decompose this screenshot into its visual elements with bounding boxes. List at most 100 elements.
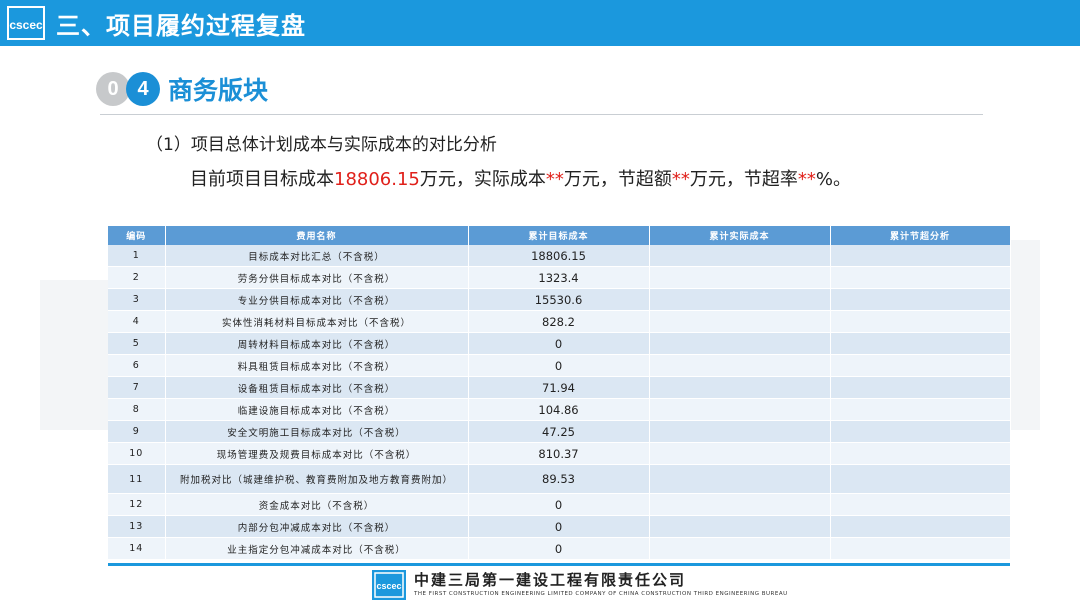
actual-cell bbox=[649, 398, 831, 421]
subtitle: （1）项目总体计划成本与实际成本的对比分析 bbox=[146, 135, 497, 155]
summary-line: 目前项目目标成本18806.15万元，实际成本**万元，节超额**万元，节超率*… bbox=[190, 165, 851, 191]
actual-cell bbox=[649, 310, 831, 333]
summary-text: 目前项目目标成本 bbox=[190, 169, 334, 190]
actual-cell bbox=[649, 354, 831, 377]
summary-text: 万元，节超额 bbox=[563, 169, 672, 190]
actual-cell bbox=[649, 515, 831, 538]
company-logo: cscec bbox=[6, 5, 46, 41]
target-cell: 0 bbox=[468, 537, 650, 560]
target-cell: 104.86 bbox=[468, 398, 650, 421]
header-bar: cscec 三、项目履约过程复盘 bbox=[0, 0, 1080, 46]
company-name-cn: 中建三局第一建设工程有限责任公司 bbox=[414, 571, 687, 589]
target-cell: 71.94 bbox=[468, 376, 650, 399]
actual-cell bbox=[649, 288, 831, 311]
table-row: 9 安全文明施工目标成本对比（不含税） 47.25 bbox=[108, 420, 1011, 443]
target-cell: 18806.15 bbox=[468, 245, 650, 267]
company-logo: cscec bbox=[372, 570, 406, 600]
code-cell: 3 bbox=[108, 288, 166, 311]
table-row: 1 目标成本对比汇总（不含税） 18806.15 bbox=[108, 245, 1011, 267]
footer: cscec 中建三局第一建设工程有限责任公司 THE FIRST CONSTRU… bbox=[372, 570, 788, 601]
column-header: 费用名称 bbox=[165, 226, 469, 245]
analysis-cell bbox=[830, 537, 1011, 560]
actual-cell bbox=[649, 493, 831, 516]
actual-cell bbox=[649, 537, 831, 560]
slide: cscec 三、项目履约过程复盘 0 4 商务版块 （1）项目总体计划成本与实际… bbox=[0, 0, 1080, 601]
target-cell: 0 bbox=[468, 515, 650, 538]
target-cell: 47.25 bbox=[468, 420, 650, 443]
divider bbox=[108, 563, 1010, 566]
summary-text: %。 bbox=[815, 169, 851, 190]
table-row: 6 料具租赁目标成本对比（不含税） 0 bbox=[108, 354, 1011, 377]
table-row: 5 周转材料目标成本对比（不含税） 0 bbox=[108, 332, 1011, 355]
column-header: 累计目标成本 bbox=[468, 226, 650, 245]
name-cell: 业主指定分包冲减成本对比（不含税） bbox=[165, 537, 469, 560]
summary-text: 万元，节超率 bbox=[689, 169, 798, 190]
name-cell: 安全文明施工目标成本对比（不含税） bbox=[165, 420, 469, 443]
name-cell: 设备租赁目标成本对比（不含税） bbox=[165, 376, 469, 399]
analysis-cell bbox=[830, 288, 1011, 311]
actual-cell bbox=[649, 245, 831, 267]
section-title: 商务版块 bbox=[168, 76, 269, 105]
name-cell: 实体性消耗材料目标成本对比（不含税） bbox=[165, 310, 469, 333]
target-cell: 0 bbox=[468, 354, 650, 377]
target-cost-value: 18806.15 bbox=[334, 169, 420, 190]
code-cell: 1 bbox=[108, 245, 166, 267]
code-cell: 14 bbox=[108, 537, 166, 560]
code-cell: 5 bbox=[108, 332, 166, 355]
name-cell: 内部分包冲减成本对比（不含税） bbox=[165, 515, 469, 538]
target-cell: 0 bbox=[468, 332, 650, 355]
name-cell: 劳务分供目标成本对比（不含税） bbox=[165, 266, 469, 289]
code-cell: 2 bbox=[108, 266, 166, 289]
target-cell: 0 bbox=[468, 493, 650, 516]
analysis-cell bbox=[830, 398, 1011, 421]
analysis-cell bbox=[830, 376, 1011, 399]
analysis-cell bbox=[830, 266, 1011, 289]
code-cell: 4 bbox=[108, 310, 166, 333]
analysis-cell bbox=[830, 310, 1011, 333]
name-cell: 周转材料目标成本对比（不含税） bbox=[165, 332, 469, 355]
code-cell: 6 bbox=[108, 354, 166, 377]
divider bbox=[100, 114, 983, 115]
analysis-cell bbox=[830, 442, 1011, 465]
footer-company: 中建三局第一建设工程有限责任公司 THE FIRST CONSTRUCTION … bbox=[414, 570, 788, 598]
analysis-cell bbox=[830, 354, 1011, 377]
table-row: 11 附加税对比（城建维护税、教育费附加及地方教育费附加） 89.53 bbox=[108, 464, 1011, 494]
table-row: 3 专业分供目标成本对比（不含税） 15530.6 bbox=[108, 288, 1011, 311]
name-cell: 目标成本对比汇总（不含税） bbox=[165, 245, 469, 267]
placeholder-stars: ** bbox=[545, 169, 564, 190]
table-row: 10 现场管理费及规费目标成本对比（不含税） 810.37 bbox=[108, 442, 1011, 465]
table-row: 13 内部分包冲减成本对比（不含税） 0 bbox=[108, 515, 1011, 538]
svg-text:cscec: cscec bbox=[9, 18, 43, 32]
table-row: 2 劳务分供目标成本对比（不含税） 1323.4 bbox=[108, 266, 1011, 289]
analysis-cell bbox=[830, 464, 1011, 494]
target-cell: 828.2 bbox=[468, 310, 650, 333]
column-header: 累计实际成本 bbox=[649, 226, 831, 245]
table-row: 14 业主指定分包冲减成本对比（不含税） 0 bbox=[108, 537, 1011, 560]
actual-cell bbox=[649, 442, 831, 465]
svg-text:cscec: cscec bbox=[376, 581, 401, 591]
name-cell: 临建设施目标成本对比（不含税） bbox=[165, 398, 469, 421]
target-cell: 810.37 bbox=[468, 442, 650, 465]
section-heading: 0 4 商务版块 bbox=[96, 70, 268, 108]
name-cell: 现场管理费及规费目标成本对比（不含税） bbox=[165, 442, 469, 465]
target-cell: 1323.4 bbox=[468, 266, 650, 289]
actual-cell bbox=[649, 420, 831, 443]
analysis-cell bbox=[830, 245, 1011, 267]
background-building bbox=[40, 280, 110, 430]
code-cell: 11 bbox=[108, 464, 166, 494]
actual-cell bbox=[649, 266, 831, 289]
actual-cell bbox=[649, 464, 831, 494]
code-cell: 7 bbox=[108, 376, 166, 399]
target-cell: 89.53 bbox=[468, 464, 650, 494]
summary-text: 万元，实际成本 bbox=[419, 169, 546, 190]
section-number-circle: 4 bbox=[126, 72, 160, 106]
column-header: 编码 bbox=[108, 226, 166, 245]
table-row: 7 设备租赁目标成本对比（不含税） 71.94 bbox=[108, 376, 1011, 399]
analysis-cell bbox=[830, 420, 1011, 443]
analysis-cell bbox=[830, 332, 1011, 355]
header-title: 三、项目履约过程复盘 bbox=[56, 11, 306, 40]
cost-comparison-table: 编码 费用名称 累计目标成本 累计实际成本 累计节超分析 1 目标成本对比汇总（… bbox=[108, 226, 1011, 560]
column-header: 累计节超分析 bbox=[830, 226, 1011, 245]
actual-cell bbox=[649, 376, 831, 399]
analysis-cell bbox=[830, 515, 1011, 538]
